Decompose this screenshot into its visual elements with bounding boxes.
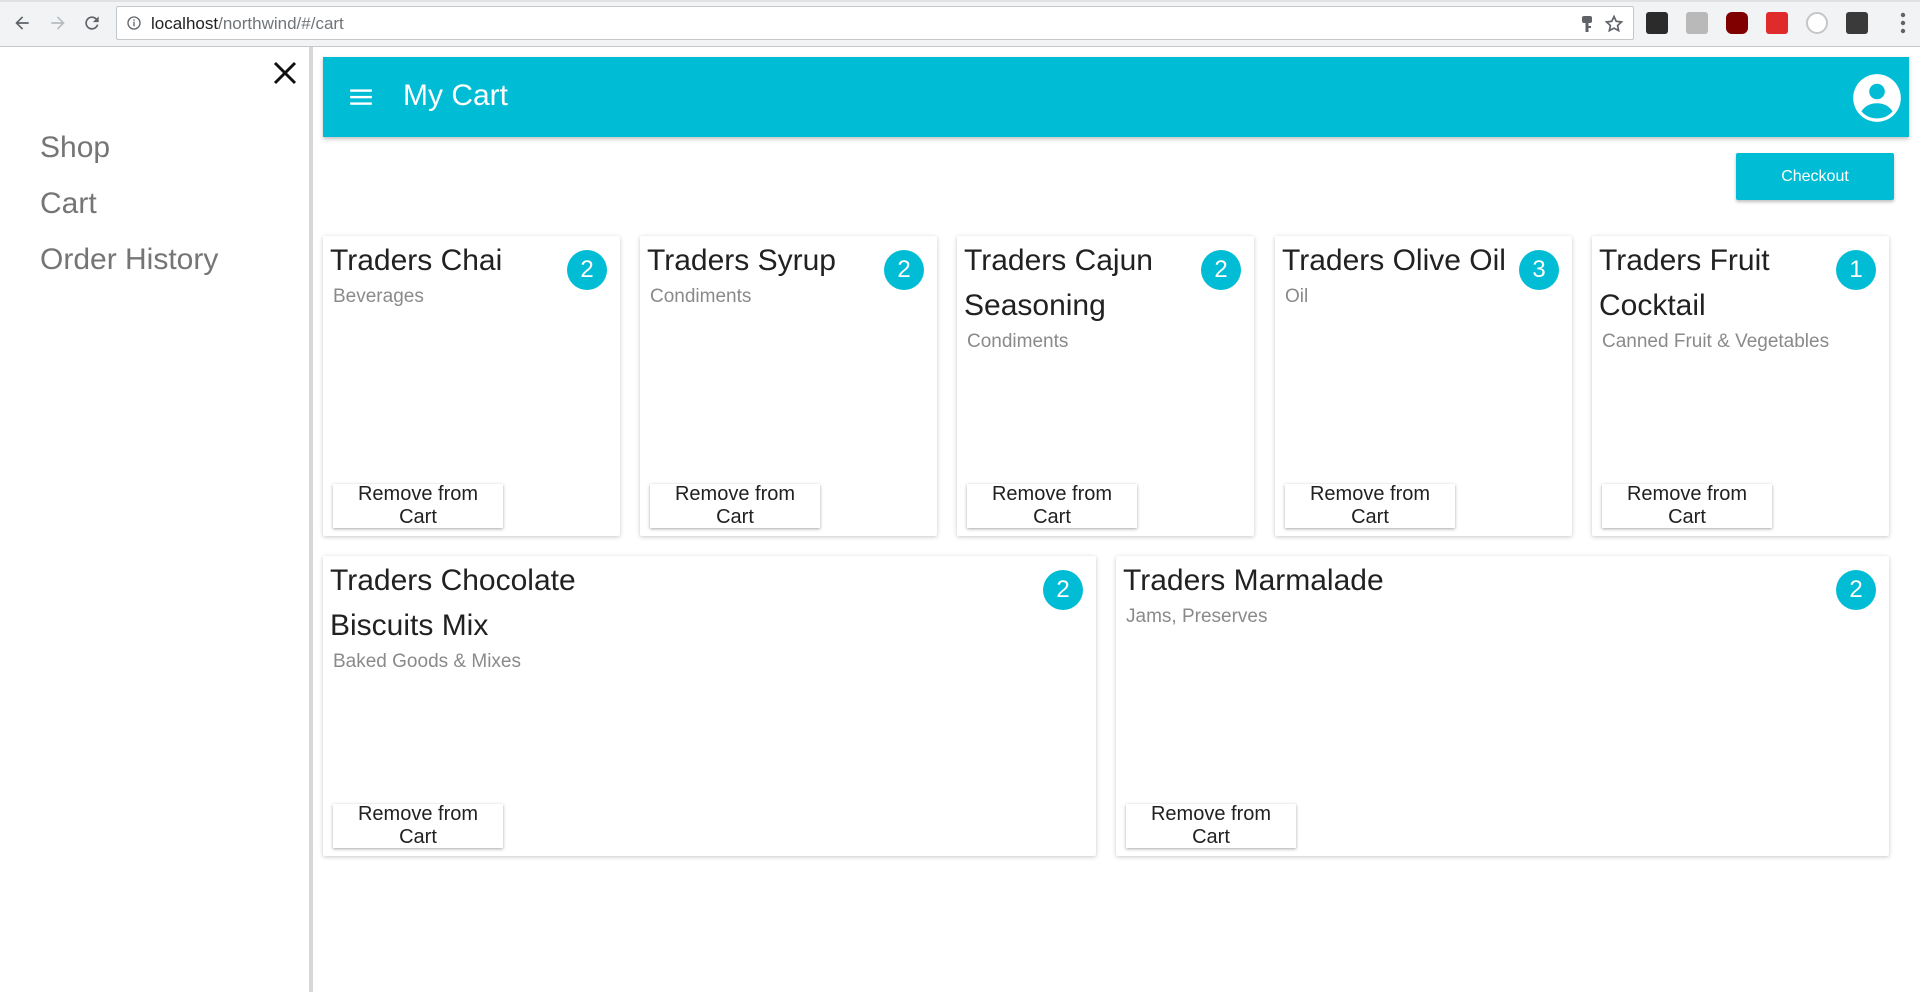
checkout-button[interactable]: Checkout [1736, 153, 1894, 200]
info-icon[interactable] [126, 15, 142, 31]
browser-toolbar: localhost/northwind/#/cart [0, 0, 1920, 47]
product-category: Condiments [650, 286, 752, 307]
quantity-badge: 3 [1519, 250, 1559, 290]
tab-strip-edge [0, 0, 1920, 2]
film-extension-icon[interactable] [1846, 12, 1868, 34]
star-icon[interactable] [1604, 14, 1624, 34]
product-category: Beverages [333, 286, 424, 307]
cart-item-card: Traders Cajun Seasoning Condiments 2 Rem… [957, 236, 1254, 536]
product-category: Condiments [967, 331, 1069, 352]
hamburger-icon[interactable] [348, 84, 374, 110]
drawer-item-order-history[interactable]: Order History [40, 243, 218, 277]
product-name: Traders Olive Oil [1282, 244, 1506, 277]
product-category: Oil [1285, 286, 1309, 307]
key-icon[interactable] [1579, 15, 1595, 33]
product-name: Traders Fruit Cocktail [1599, 244, 1770, 322]
product-name: Traders Marmalade [1123, 564, 1384, 597]
address-bar[interactable]: localhost/northwind/#/cart [116, 6, 1634, 40]
quantity-badge: 2 [567, 250, 607, 290]
json-viewer-extension-icon[interactable] [1806, 12, 1828, 34]
side-drawer: Shop Cart Order History [0, 47, 313, 992]
remove-from-cart-button[interactable]: Remove from Cart [1126, 803, 1296, 848]
more-vert-icon[interactable] [1900, 12, 1906, 34]
product-name: Traders Cajun Seasoning [964, 244, 1153, 322]
remove-from-cart-button[interactable]: Remove from Cart [333, 803, 503, 848]
remove-from-cart-button[interactable]: Remove from Cart [1285, 483, 1455, 528]
product-name: Traders Chocolate Biscuits Mix [330, 564, 576, 642]
drawer-item-cart[interactable]: Cart [40, 187, 97, 221]
remove-from-cart-button[interactable]: Remove from Cart [1602, 483, 1772, 528]
reload-icon [85, 16, 99, 30]
app-bar: My Cart [323, 57, 1909, 137]
url-path: /northwind/#/cart [218, 14, 344, 33]
product-category: Baked Goods & Mixes [333, 651, 521, 672]
cart-item-card: Traders Marmalade Jams, Preserves 2 Remo… [1116, 556, 1889, 856]
cart-item-card: Traders Chai Beverages 2 Remove from Car… [323, 236, 620, 536]
remove-from-cart-button[interactable]: Remove from Cart [333, 483, 503, 528]
cart-item-card: Traders Chocolate Biscuits Mix Baked Goo… [323, 556, 1096, 856]
product-category: Canned Fruit & Vegetables [1602, 331, 1830, 352]
cart-item-card: Traders Syrup Condiments 2 Remove from C… [640, 236, 937, 536]
cart-item-card: Traders Olive Oil Oil 3 Remove from Cart [1275, 236, 1572, 536]
quantity-badge: 2 [884, 250, 924, 290]
drawer-item-shop[interactable]: Shop [40, 131, 110, 165]
ublock-extension-icon[interactable] [1726, 12, 1748, 34]
close-icon[interactable] [270, 58, 300, 88]
quantity-badge: 2 [1836, 570, 1876, 610]
product-name: Traders Chai [330, 244, 503, 277]
lastpass-extension-icon[interactable] [1766, 12, 1788, 34]
cart-item-card: Traders Fruit Cocktail Canned Fruit & Ve… [1592, 236, 1889, 536]
url-text: localhost/northwind/#/cart [151, 14, 344, 34]
quantity-badge: 2 [1201, 250, 1241, 290]
extension-icon[interactable] [1686, 12, 1708, 34]
remove-from-cart-button[interactable]: Remove from Cart [650, 483, 820, 528]
quantity-badge: 1 [1836, 250, 1876, 290]
reload-button[interactable] [80, 11, 104, 35]
url-host: localhost [151, 14, 219, 33]
account-circle-icon[interactable] [1851, 72, 1903, 124]
quantity-badge: 2 [1043, 570, 1083, 610]
product-name: Traders Syrup [647, 244, 836, 277]
arrow-left-icon [15, 16, 29, 30]
product-category: Jams, Preserves [1126, 606, 1268, 627]
forward-button[interactable] [46, 11, 70, 35]
tampermonkey-extension-icon[interactable] [1646, 12, 1668, 34]
arrow-right-icon [51, 16, 65, 30]
remove-from-cart-button[interactable]: Remove from Cart [967, 483, 1137, 528]
page-title: My Cart [403, 79, 508, 112]
back-button[interactable] [10, 11, 34, 35]
